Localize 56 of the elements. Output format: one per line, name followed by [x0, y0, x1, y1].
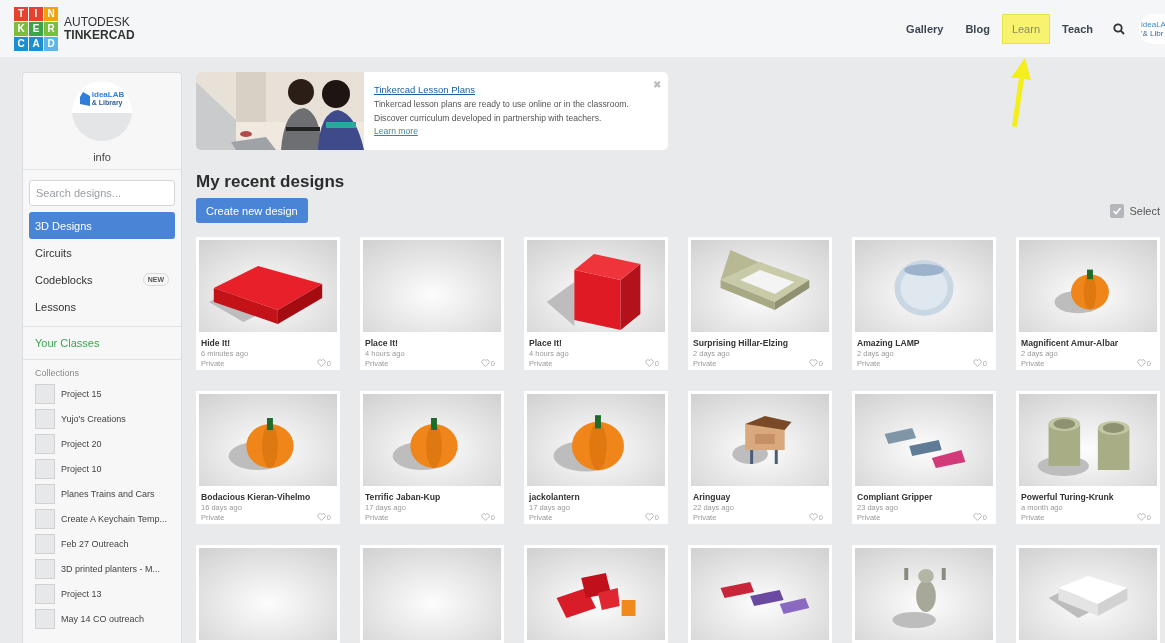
search-icon[interactable]	[1113, 22, 1125, 35]
heart-icon[interactable]	[972, 513, 982, 521]
product-name: TINKERCAD	[64, 28, 135, 42]
collection-item[interactable]: Create A Keychain Temp...	[23, 506, 181, 531]
collection-item[interactable]: Project 15	[23, 381, 181, 406]
select-toggle[interactable]: Select	[1110, 203, 1160, 218]
collection-item[interactable]: May 14 CO outreach	[23, 606, 181, 631]
section-heading: My recent designs	[196, 172, 346, 192]
banner-title-link[interactable]: Tinkercad Lesson Plans	[374, 84, 638, 95]
heart-icon[interactable]	[480, 359, 490, 367]
collection-item[interactable]: Yujo's Creations	[23, 406, 181, 431]
heart-icon[interactable]	[808, 359, 818, 367]
collection-item[interactable]: 3D printed planters - M...	[23, 556, 181, 581]
design-title: Magnificent Amur-Albar	[1021, 338, 1120, 348]
banner-description: Tinkercad lesson plans are ready to use online or in the classroom. Discover curriculum developed in partnership with teachers. Learn more	[374, 98, 630, 138]
brand-name: AUTODESK	[64, 15, 131, 29]
search-field[interactable]: Search designs...	[29, 180, 175, 206]
design-title: Bodacious Kieran-Vihelmo	[201, 492, 312, 502]
nav-link[interactable]: Teach	[1052, 13, 1103, 44]
design-title: Aringuay	[693, 492, 732, 502]
collection-item[interactable]: Feb 27 Outreach	[23, 531, 181, 556]
design-title: Powerful Turing-Krunk	[1021, 492, 1115, 502]
heart-icon[interactable]	[972, 359, 982, 367]
collection-item[interactable]: Planes Trains and Cars	[23, 481, 181, 506]
heart-icon[interactable]	[1136, 513, 1146, 521]
design-title: Terrific Jaban-Kup	[365, 492, 442, 502]
learn-more-link[interactable]: Learn more	[374, 126, 418, 136]
logo-tiles[interactable]: T I N K E R C A D	[14, 6, 58, 51]
design-title: jackolantern	[529, 492, 581, 502]
sidebar-item[interactable]: Circuits	[29, 239, 175, 266]
heart-icon[interactable]	[1136, 359, 1146, 367]
heart-icon[interactable]	[644, 513, 654, 521]
select-checkbox[interactable]	[1110, 203, 1125, 218]
design-title: Surprising Hillar-Elzing	[693, 338, 790, 348]
collection-item[interactable]: Project 10	[23, 456, 181, 481]
heart-icon[interactable]	[316, 513, 326, 521]
heart-icon[interactable]	[808, 513, 818, 521]
design-title: Hide It!	[201, 338, 232, 348]
collection-item[interactable]: Project 20	[23, 431, 181, 456]
heart-icon[interactable]	[480, 513, 490, 521]
design-title: Place It!	[529, 338, 563, 348]
nav-link[interactable]: Gallery	[896, 13, 954, 44]
collection-item[interactable]: Project 13	[23, 581, 181, 606]
create-design-button[interactable]: Create new design	[196, 198, 308, 223]
heart-icon[interactable]	[644, 359, 654, 367]
user-avatar[interactable]: ideaLA '& Libr	[1139, 13, 1165, 44]
design-title: Amazing LAMP	[857, 338, 921, 348]
sidebar-item[interactable]: 3D Designs	[29, 212, 175, 239]
design-title: Place It!	[365, 338, 399, 348]
design-title: Compliant Gripper	[857, 492, 934, 502]
collections-heading: Collections	[34, 367, 81, 380]
profile-name: info	[93, 151, 111, 163]
nav-link[interactable]: Blog	[955, 13, 1000, 44]
logo-mark-icon	[79, 92, 90, 106]
heart-icon[interactable]	[316, 359, 326, 367]
sidebar-item[interactable]: Lessons	[29, 293, 175, 320]
